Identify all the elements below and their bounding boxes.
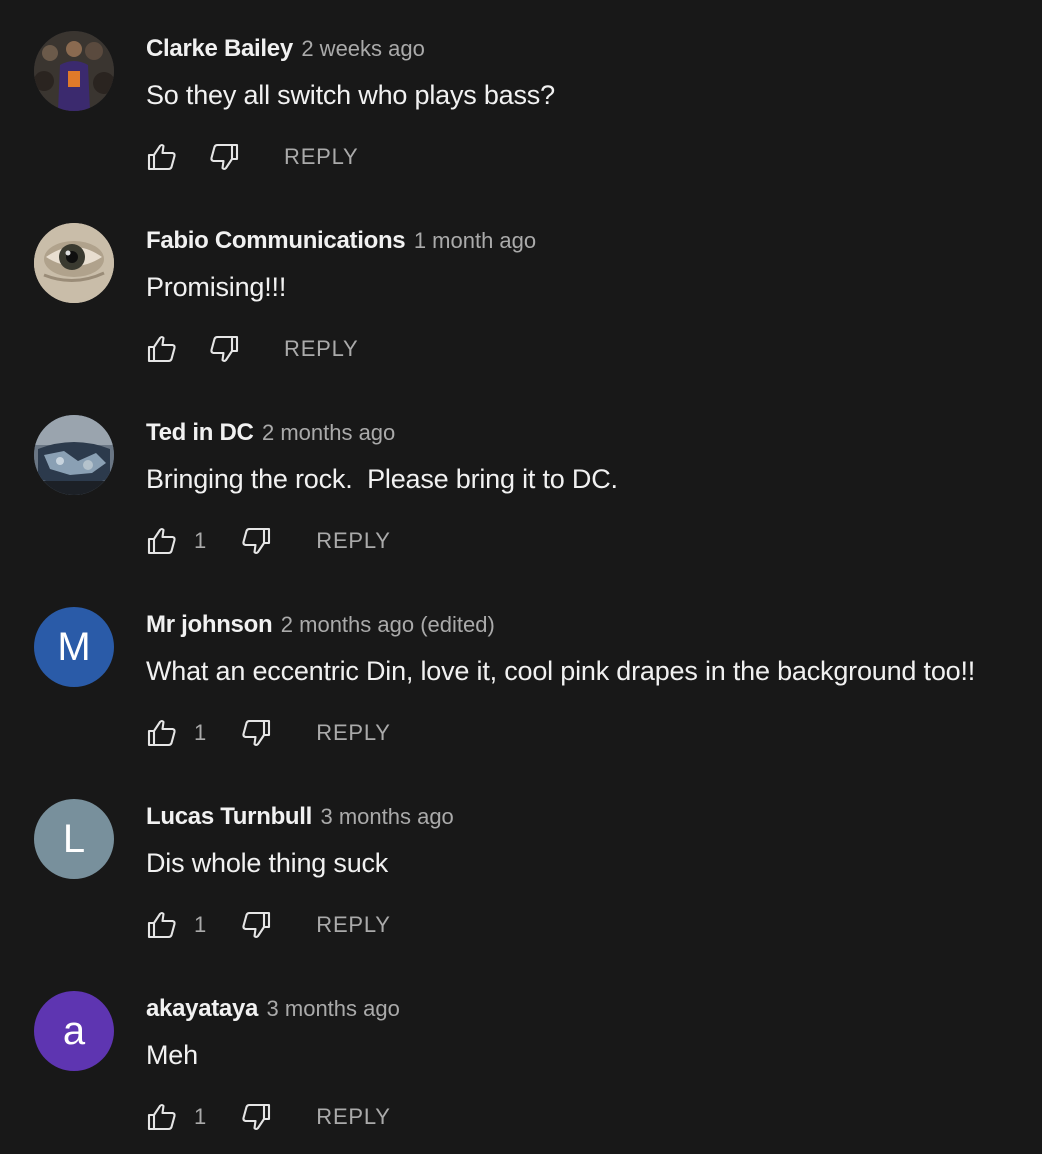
reply-button[interactable]: REPLY xyxy=(316,720,391,746)
author-name[interactable]: Ted in DC xyxy=(146,419,254,446)
reply-button[interactable]: REPLY xyxy=(284,144,359,170)
thumbs-down-icon xyxy=(210,335,239,363)
avatar-photo xyxy=(34,31,114,111)
comment-header: Mr johnson 2 months ago (edited) xyxy=(146,608,495,645)
thumbs-down-icon xyxy=(210,143,239,171)
comment-header: Clarke Bailey 2 weeks ago xyxy=(146,32,425,69)
author-name[interactable]: Fabio Communications xyxy=(146,227,406,254)
comment-actions: 1 REPLY xyxy=(146,907,391,943)
comment-time[interactable]: 2 months ago xyxy=(262,420,395,445)
avatar-photo xyxy=(34,223,114,303)
avatar[interactable]: a xyxy=(34,991,114,1071)
comment-actions: REPLY xyxy=(146,331,359,367)
like-button[interactable] xyxy=(146,525,178,557)
like-button[interactable] xyxy=(146,141,178,173)
avatar[interactable] xyxy=(34,415,114,495)
thumbs-down-icon xyxy=(242,719,271,747)
avatar-photo xyxy=(34,415,114,495)
comment-time[interactable]: 2 months ago (edited) xyxy=(281,612,495,637)
comment-actions: 1 REPLY xyxy=(146,523,391,559)
like-count: 1 xyxy=(194,720,207,745)
thumbs-up-icon xyxy=(147,527,176,555)
reply-button[interactable]: REPLY xyxy=(316,528,391,554)
dislike-button[interactable] xyxy=(240,525,272,557)
author-name[interactable]: Lucas Turnbull xyxy=(146,803,312,830)
comment-time[interactable]: 3 months ago xyxy=(267,996,400,1021)
thumbs-up-icon xyxy=(147,335,176,363)
thumbs-up-icon xyxy=(147,719,176,747)
like-button[interactable] xyxy=(146,333,178,365)
avatar[interactable] xyxy=(34,223,114,303)
author-name[interactable]: akayataya xyxy=(146,995,258,1022)
like-button[interactable] xyxy=(146,1101,178,1133)
comment-text: Promising!!! xyxy=(146,272,287,302)
dislike-button[interactable] xyxy=(208,141,240,173)
comment-actions: 1 REPLY xyxy=(146,715,391,751)
avatar[interactable]: M xyxy=(34,607,114,687)
comment-item: Clarke Bailey 2 weeks ago So they all sw… xyxy=(0,0,1042,192)
comment-text: What an eccentric Din, love it, cool pin… xyxy=(146,656,976,686)
reply-button[interactable]: REPLY xyxy=(316,912,391,938)
avatar-letter: L xyxy=(62,816,86,861)
comment-time[interactable]: 2 weeks ago xyxy=(301,36,425,61)
avatar[interactable] xyxy=(34,31,114,111)
avatar-letter: M xyxy=(57,624,91,669)
avatar-letter: a xyxy=(62,1008,86,1053)
comment-text: So they all switch who plays bass? xyxy=(146,80,555,110)
like-count: 1 xyxy=(194,912,207,937)
comment-actions: REPLY xyxy=(146,139,359,175)
thumbs-up-icon xyxy=(147,1103,176,1131)
like-button[interactable] xyxy=(146,909,178,941)
comment-item: a akayataya 3 months ago Meh 1 REPLY xyxy=(0,960,1042,1152)
comment-time[interactable]: 1 month ago xyxy=(414,228,536,253)
comment-header: Ted in DC 2 months ago xyxy=(146,416,395,453)
comment-actions: 1 REPLY xyxy=(146,1099,391,1135)
thumbs-down-icon xyxy=(242,911,271,939)
reply-button[interactable]: REPLY xyxy=(316,1104,391,1130)
comment-header: Fabio Communications 1 month ago xyxy=(146,224,536,261)
comment-header: Lucas Turnbull 3 months ago xyxy=(146,800,454,837)
dislike-button[interactable] xyxy=(240,717,272,749)
comment-item: Fabio Communications 1 month ago Promisi… xyxy=(0,192,1042,384)
like-button[interactable] xyxy=(146,717,178,749)
reply-button[interactable]: REPLY xyxy=(284,336,359,362)
comment-time[interactable]: 3 months ago xyxy=(320,804,453,829)
comment-item: L Lucas Turnbull 3 months ago Dis whole … xyxy=(0,768,1042,960)
thumbs-up-icon xyxy=(147,911,176,939)
like-count: 1 xyxy=(194,1104,207,1129)
comment-item: Ted in DC 2 months ago Bringing the rock… xyxy=(0,384,1042,576)
comment-text: Bringing the rock. Please bring it to DC… xyxy=(146,464,618,494)
thumbs-down-icon xyxy=(242,527,271,555)
comment-text: Meh xyxy=(146,1040,198,1070)
comment-text: Dis whole thing suck xyxy=(146,848,389,878)
comment-header: akayataya 3 months ago xyxy=(146,992,400,1029)
thumbs-down-icon xyxy=(242,1103,271,1131)
author-name[interactable]: Clarke Bailey xyxy=(146,35,293,62)
dislike-button[interactable] xyxy=(208,333,240,365)
thumbs-up-icon xyxy=(147,143,176,171)
dislike-button[interactable] xyxy=(240,1101,272,1133)
dislike-button[interactable] xyxy=(240,909,272,941)
like-count: 1 xyxy=(194,528,207,553)
comment-item: M Mr johnson 2 months ago (edited) What … xyxy=(0,576,1042,768)
avatar[interactable]: L xyxy=(34,799,114,879)
author-name[interactable]: Mr johnson xyxy=(146,611,273,638)
